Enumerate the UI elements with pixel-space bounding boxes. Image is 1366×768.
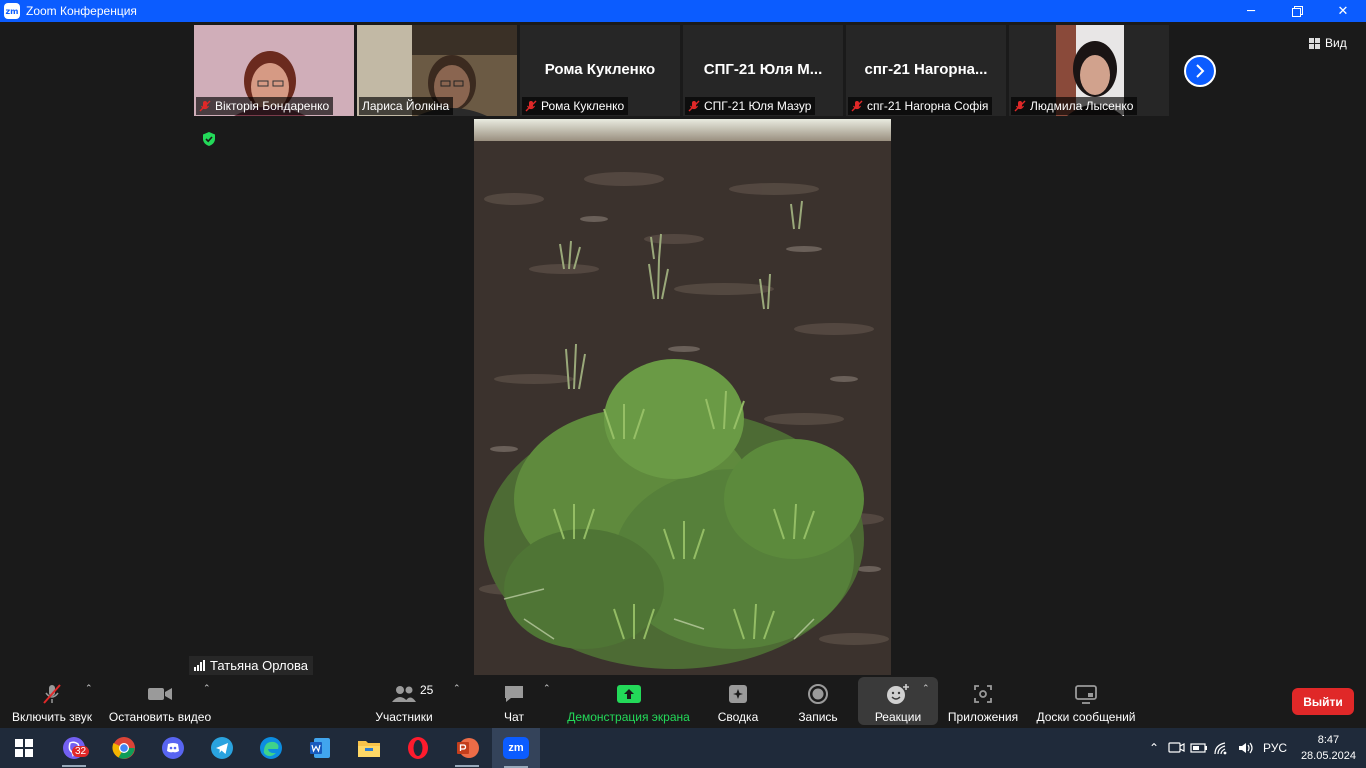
meet-now-icon[interactable] (1165, 740, 1187, 756)
taskbar-file-explorer[interactable] (353, 732, 385, 764)
video-frame (474, 119, 891, 675)
muted-mic-icon (1014, 100, 1026, 112)
whiteboards-button[interactable]: Доски сообщений (1034, 676, 1138, 728)
audio-options-caret[interactable]: ⌃ (85, 684, 93, 694)
leave-meeting-button[interactable]: Выйти (1292, 688, 1354, 715)
signal-strength-icon (194, 660, 205, 671)
chat-button[interactable]: Чат (498, 676, 530, 728)
show-hidden-icons-icon[interactable]: ⌃ (1143, 741, 1165, 755)
windows-taskbar: 32 zm ⌃ РУС 8:47 28.05.2024 (0, 728, 1366, 768)
smiley-plus-icon (887, 684, 909, 704)
next-participants-button[interactable] (1184, 55, 1216, 87)
summary-sparkle-icon (729, 685, 747, 703)
edge-icon (260, 737, 282, 759)
clock-date: 28.05.2024 (1300, 750, 1356, 762)
chat-options-caret[interactable]: ⌃ (543, 684, 551, 694)
muted-mic-icon (199, 100, 211, 112)
grid-view-icon (1309, 37, 1320, 49)
taskbar-edge[interactable] (255, 732, 287, 764)
participant-name-label: СПГ-21 Юля Мазур (685, 97, 816, 115)
discord-icon (162, 737, 184, 759)
apps-icon (974, 685, 992, 703)
restore-icon (1291, 5, 1303, 17)
participant-tile[interactable]: Лариса Йолкіна (357, 25, 517, 116)
taskbar-discord[interactable] (157, 732, 189, 764)
input-language[interactable]: РУС (1263, 741, 1287, 755)
unmute-button[interactable]: Включить звук (8, 676, 96, 728)
participant-display-name: спг-21 Нагорна... (864, 61, 988, 78)
minimize-icon: ─ (1247, 3, 1255, 19)
taskbar-zoom[interactable]: zm (492, 728, 540, 768)
close-button[interactable]: ✕ (1320, 0, 1366, 22)
viber-badge: 32 (72, 746, 90, 757)
muted-mic-icon (688, 100, 700, 112)
taskbar-chrome[interactable] (108, 732, 140, 764)
record-icon (808, 684, 828, 704)
minimize-button[interactable]: ─ (1228, 0, 1274, 22)
taskbar-opera[interactable] (402, 732, 434, 764)
taskbar-viber[interactable]: 32 (58, 732, 90, 767)
record-button[interactable]: Запись (796, 676, 840, 728)
taskbar-powerpoint[interactable] (451, 732, 483, 767)
battery-icon[interactable] (1187, 740, 1211, 756)
participant-tile[interactable]: Рома Кукленко Рома Кукленко (520, 25, 680, 116)
participants-icon (392, 686, 416, 702)
participants-count: 25 (420, 683, 434, 697)
windows-start-button[interactable] (8, 732, 40, 764)
meeting-toolbar: Включить звук ⌃ Остановить видео ⌃ Участ… (0, 676, 1366, 728)
participant-tile[interactable]: Людмила Лысенко (1009, 25, 1169, 116)
stop-video-button[interactable]: Остановить видео (108, 676, 212, 728)
window-title-bar: zm Zoom Конференция ─ ✕ (0, 0, 1366, 22)
windows-start-icon (15, 739, 33, 757)
word-icon (310, 738, 330, 758)
summary-button[interactable]: Сводка (716, 676, 760, 728)
participant-display-name: Рома Кукленко (544, 61, 656, 78)
clock-time: 8:47 (1317, 734, 1340, 746)
restore-button[interactable] (1274, 0, 1320, 22)
system-clock[interactable]: 8:47 28.05.2024 (1301, 732, 1356, 764)
taskbar-word[interactable] (304, 732, 336, 764)
reactions-button[interactable]: Реакции (870, 676, 926, 728)
participant-strip: Вікторія Бондаренко Лариса Йолкіна Рома … (194, 25, 1169, 117)
system-tray: ⌃ РУС (1143, 728, 1287, 768)
close-icon: ✕ (1337, 3, 1349, 19)
whiteboard-icon (1075, 685, 1097, 704)
chrome-icon (112, 737, 135, 759)
participant-name-label: Лариса Йолкіна (359, 97, 454, 115)
participant-name-label: спг-21 Нагорна Софія (848, 97, 993, 115)
chat-bubble-icon (505, 686, 523, 702)
file-explorer-icon (358, 741, 380, 757)
reactions-options-caret[interactable]: ⌃ (922, 684, 930, 694)
opera-icon (408, 737, 428, 759)
video-camera-icon (148, 688, 172, 700)
participant-name-label: Людмила Лысенко (1011, 97, 1138, 115)
taskbar-telegram[interactable] (206, 732, 238, 764)
video-options-caret[interactable]: ⌃ (203, 684, 211, 694)
participant-name-label: Рома Кукленко (522, 97, 629, 115)
muted-mic-icon (525, 100, 537, 112)
zoom-logo-icon: zm (4, 3, 20, 19)
muted-microphone-icon (43, 684, 61, 704)
participants-options-caret[interactable]: ⌃ (453, 684, 461, 694)
apps-button[interactable]: Приложения (945, 676, 1021, 728)
participant-display-name: СПГ-21 Юля М... (703, 61, 823, 78)
chevron-right-icon (1196, 64, 1205, 78)
participant-name-label: Вікторія Бондаренко (196, 97, 334, 115)
active-speaker-label: Татьяна Орлова (189, 656, 313, 675)
encryption-shield-icon[interactable] (201, 131, 217, 147)
participant-tile[interactable]: Вікторія Бондаренко (194, 25, 354, 116)
wifi-icon[interactable] (1211, 740, 1235, 756)
participant-tile[interactable]: СПГ-21 Юля М... СПГ-21 Юля Мазур (683, 25, 843, 116)
volume-icon[interactable] (1235, 740, 1259, 756)
shared-video-feed (474, 119, 891, 675)
share-screen-button[interactable]: Демонстрация экрана (566, 676, 691, 728)
telegram-icon (211, 737, 233, 759)
view-button[interactable]: Вид (1309, 35, 1347, 51)
muted-mic-icon (851, 100, 863, 112)
powerpoint-icon (457, 738, 479, 758)
window-title: Zoom Конференция (26, 4, 137, 18)
participant-tile[interactable]: спг-21 Нагорна... спг-21 Нагорна Софія (846, 25, 1006, 116)
zoom-icon: zm (503, 737, 529, 759)
share-screen-icon (616, 685, 641, 703)
